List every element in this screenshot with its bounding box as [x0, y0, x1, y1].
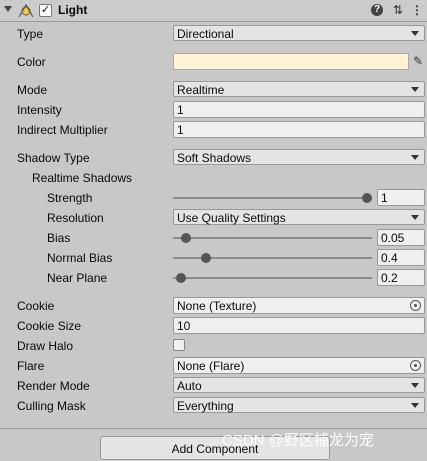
draw-halo-label: Draw Halo: [17, 339, 74, 353]
intensity-row: Intensity 1: [0, 100, 427, 120]
shadow-type-row: Shadow Type Soft Shadows: [0, 148, 427, 168]
foldout-arrow-icon[interactable]: [4, 6, 12, 12]
shadow-type-dropdown[interactable]: Soft Shadows: [173, 149, 425, 165]
normal-bias-label: Normal Bias: [47, 251, 113, 265]
dropdown-arrow-icon: [411, 87, 419, 92]
bias-slider-thumb[interactable]: [180, 233, 191, 243]
cookie-label: Cookie: [17, 299, 55, 313]
cookie-size-value: 10: [177, 319, 191, 333]
indirect-multiplier-label: Indirect Multiplier: [17, 123, 108, 137]
realtime-shadows-row: Realtime Shadows: [0, 168, 427, 188]
resolution-dropdown[interactable]: Use Quality Settings: [173, 209, 425, 225]
resolution-label: Resolution: [47, 211, 104, 225]
near-plane-slider-thumb[interactable]: [176, 273, 186, 283]
near-plane-slider[interactable]: [173, 273, 372, 283]
intensity-field[interactable]: 1: [173, 101, 425, 118]
color-swatch[interactable]: [173, 53, 409, 70]
culling-mask-label: Culling Mask: [17, 399, 86, 413]
strength-label: Strength: [47, 191, 93, 205]
resolution-value: Use Quality Settings: [177, 211, 286, 225]
normal-bias-value: 0.4: [381, 251, 398, 265]
strength-field[interactable]: 1: [377, 189, 425, 206]
mode-label: Mode: [17, 83, 48, 97]
color-label: Color: [17, 55, 46, 69]
dropdown-arrow-icon: [411, 383, 419, 388]
component-title: Light: [58, 3, 88, 17]
indirect-multiplier-row: Indirect Multiplier 1: [0, 120, 427, 140]
enable-checkbox[interactable]: ✓: [39, 4, 52, 17]
draw-halo-checkbox[interactable]: [173, 339, 185, 351]
near-plane-value: 0.2: [381, 271, 398, 285]
render-mode-value: Auto: [177, 379, 202, 393]
strength-row: Strength 1: [0, 188, 427, 208]
shadow-type-value: Soft Shadows: [177, 151, 252, 165]
bias-row: Bias 0.05: [0, 228, 427, 248]
render-mode-row: Render Mode Auto: [0, 376, 427, 396]
render-mode-dropdown[interactable]: Auto: [173, 377, 425, 393]
type-label: Type: [17, 27, 44, 41]
culling-mask-value: Everything: [177, 399, 234, 413]
normal-bias-field[interactable]: 0.4: [377, 249, 425, 266]
more-icon[interactable]: ⋮: [410, 3, 424, 17]
strength-value: 1: [381, 191, 388, 205]
dropdown-arrow-icon: [411, 215, 419, 220]
cookie-size-label: Cookie Size: [17, 319, 82, 333]
flare-label: Flare: [17, 359, 45, 373]
mode-row: Mode Realtime: [0, 80, 427, 100]
dropdown-arrow-icon: [411, 155, 419, 160]
type-row: Type Directional: [0, 24, 427, 44]
help-icon[interactable]: ?: [371, 4, 383, 16]
bias-field[interactable]: 0.05: [377, 229, 425, 246]
indirect-multiplier-field[interactable]: 1: [173, 121, 425, 138]
culling-mask-row: Culling Mask Everything: [0, 396, 427, 416]
object-picker-icon[interactable]: [410, 300, 421, 311]
cookie-object-field[interactable]: None (Texture): [173, 297, 425, 314]
flare-object-field[interactable]: None (Flare): [173, 357, 425, 374]
dropdown-arrow-icon: [411, 31, 419, 36]
mode-value: Realtime: [177, 83, 225, 97]
normal-bias-slider[interactable]: [173, 253, 372, 263]
cookie-row: Cookie None (Texture): [0, 296, 427, 316]
resolution-row: Resolution Use Quality Settings: [0, 208, 427, 228]
flare-row: Flare None (Flare): [0, 356, 427, 376]
intensity-value: 1: [177, 103, 184, 117]
flare-value: None (Flare): [177, 359, 245, 373]
indirect-multiplier-value: 1: [177, 123, 184, 137]
bias-label: Bias: [47, 231, 71, 245]
near-plane-field[interactable]: 0.2: [377, 269, 425, 286]
object-picker-icon[interactable]: [410, 360, 421, 371]
cookie-size-field[interactable]: 10: [173, 317, 425, 334]
strength-slider-thumb[interactable]: [362, 193, 372, 203]
cookie-value: None (Texture): [177, 299, 257, 313]
mode-dropdown[interactable]: Realtime: [173, 81, 425, 97]
render-mode-label: Render Mode: [17, 379, 90, 393]
eyedropper-icon[interactable]: ✎: [411, 54, 425, 68]
cookie-size-row: Cookie Size 10: [0, 316, 427, 336]
dropdown-arrow-icon: [411, 403, 419, 408]
normal-bias-row: Normal Bias 0.4: [0, 248, 427, 268]
realtime-shadows-label: Realtime Shadows: [32, 171, 133, 185]
shadow-type-label: Shadow Type: [17, 151, 90, 165]
intensity-label: Intensity: [17, 103, 62, 117]
bias-value: 0.05: [381, 231, 405, 245]
component-header: ✓ Light ? ⇅ ⋮: [0, 0, 427, 22]
bias-slider[interactable]: [173, 233, 372, 243]
strength-slider[interactable]: [173, 193, 372, 203]
culling-mask-dropdown[interactable]: Everything: [173, 397, 425, 413]
normal-bias-slider-thumb[interactable]: [200, 253, 211, 263]
color-row: Color ✎: [0, 52, 427, 72]
type-dropdown[interactable]: Directional: [173, 25, 425, 41]
watermark: CSDN @野区捕龙为宠: [222, 432, 374, 449]
presets-icon[interactable]: ⇅: [391, 3, 405, 17]
draw-halo-row: Draw Halo: [0, 336, 427, 356]
near-plane-row: Near Plane 0.2: [0, 268, 427, 288]
type-value: Directional: [177, 27, 234, 41]
light-icon: [18, 3, 34, 18]
near-plane-label: Near Plane: [47, 271, 108, 285]
